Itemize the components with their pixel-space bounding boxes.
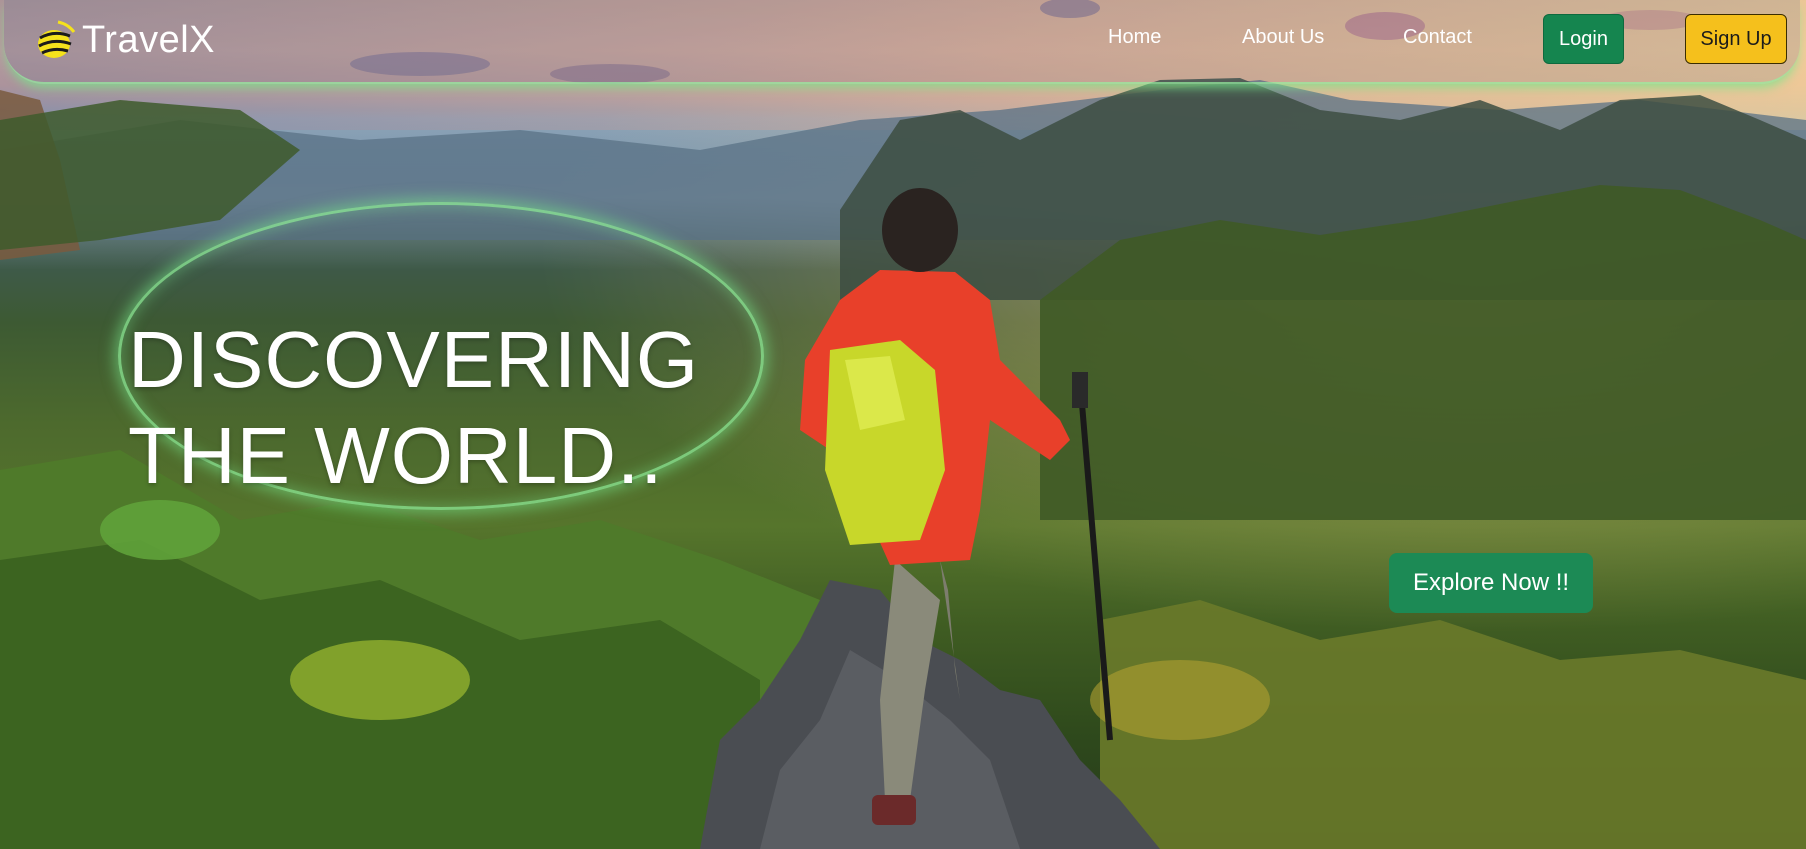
nav-link-home[interactable]: Home [1108, 26, 1161, 49]
globe-icon [38, 20, 76, 58]
brand-name: TravelX [82, 18, 216, 61]
explore-now-button[interactable]: Explore Now !! [1389, 553, 1593, 613]
top-navbar: TravelX Home About Us Contact Login Sign… [4, 0, 1800, 84]
login-button[interactable]: Login [1543, 14, 1624, 64]
brand-logo-link[interactable]: TravelX [34, 18, 215, 62]
hero-title-line-2: THE WORLD.. [128, 411, 664, 500]
hero-title-line-1: DISCOVERING [128, 315, 700, 404]
hero-title: DISCOVERING THE WORLD.. [128, 312, 699, 504]
sign-up-button[interactable]: Sign Up [1685, 14, 1787, 64]
nav-link-contact[interactable]: Contact [1403, 26, 1472, 49]
nav-link-about-us[interactable]: About Us [1242, 26, 1324, 49]
